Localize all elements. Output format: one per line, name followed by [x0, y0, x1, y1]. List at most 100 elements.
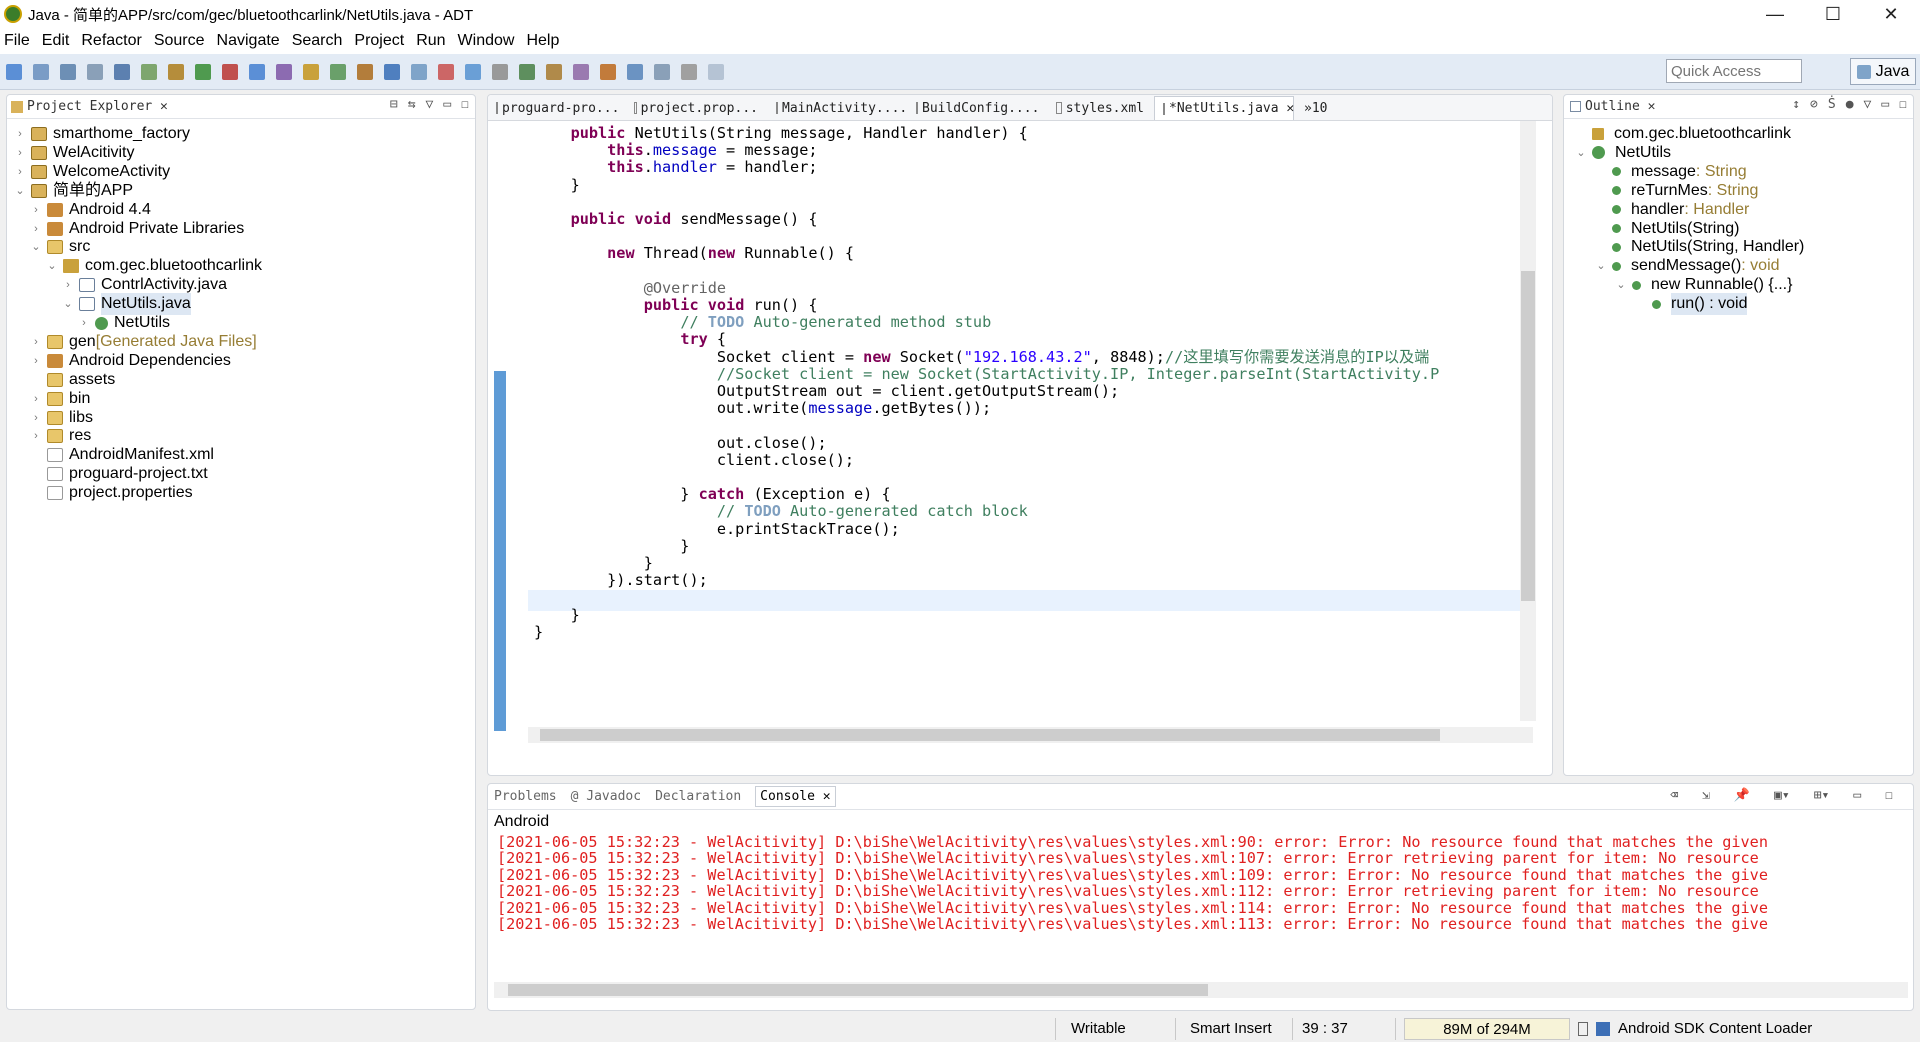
constructor-icon	[1612, 224, 1621, 233]
outline-item[interactable]: run() : void	[1634, 293, 1748, 316]
menu-refactor[interactable]: Refactor	[81, 32, 141, 50]
editor-tab[interactable]: MainActivity....	[768, 96, 907, 120]
hide-static-icon[interactable]: Ṡ	[1828, 97, 1836, 112]
toolbar-button-18-icon[interactable]	[465, 63, 481, 80]
editor-tab[interactable]: *NetUtils.java ✕	[1154, 96, 1294, 120]
toolbar-button-5-icon[interactable]	[114, 63, 130, 80]
minimize-view-icon[interactable]: ▭	[443, 97, 451, 112]
toolbar-button-14-icon[interactable]	[357, 63, 373, 80]
toolbar-button-7-icon[interactable]	[168, 63, 184, 80]
menu-window[interactable]: Window	[458, 32, 515, 50]
clear-console-icon[interactable]: ⌫	[1670, 788, 1678, 803]
toolbar-button-6-icon[interactable]	[141, 63, 157, 80]
toolbar-button-21-icon[interactable]	[546, 63, 562, 80]
editor-vscroll-thumb[interactable]	[1521, 271, 1535, 601]
progress-icon	[1596, 1022, 1610, 1036]
console-hscroll-thumb[interactable]	[508, 984, 1208, 996]
maximize-view-icon[interactable]: ☐	[461, 97, 469, 112]
expand-arrow-icon[interactable]: ⌄	[1614, 274, 1628, 296]
bottom-tab-console[interactable]: Console ✕	[755, 786, 836, 807]
toolbar-button-9-icon[interactable]	[222, 63, 238, 80]
editor-tab[interactable]: proguard-pro...	[488, 96, 624, 120]
editor-vertical-scrollbar[interactable]	[1520, 121, 1536, 721]
menu-run[interactable]: Run	[416, 32, 445, 50]
menu-help[interactable]: Help	[526, 32, 559, 50]
toolbar-button-20-icon[interactable]	[519, 63, 535, 80]
expand-arrow-icon[interactable]: ⌄	[45, 255, 59, 277]
outline-tab[interactable]: Outline ✕	[1585, 99, 1655, 114]
toolbar-button-13-icon[interactable]	[330, 63, 346, 80]
maximize-view-icon[interactable]: ☐	[1899, 97, 1907, 112]
close-button[interactable]: ✕	[1862, 4, 1920, 25]
bottom-tab-javadoc[interactable]: @ Javadoc	[571, 789, 641, 804]
console-horizontal-scrollbar[interactable]	[494, 982, 1908, 998]
sort-icon[interactable]: ↕	[1792, 97, 1800, 112]
collapse-all-icon[interactable]: ⊟	[390, 97, 398, 112]
editor-hscroll-thumb[interactable]	[540, 729, 1440, 741]
maximize-view-icon[interactable]: ☐	[1885, 788, 1893, 803]
toolbar-button-22-icon[interactable]	[573, 63, 589, 80]
minimize-view-icon[interactable]: ▭	[1881, 97, 1889, 112]
toolbar-button-25-icon[interactable]	[654, 63, 670, 80]
pin-console-icon[interactable]: 📌	[1734, 788, 1750, 803]
editor-tab[interactable]: styles.xml	[1048, 96, 1152, 120]
toolbar-button-3-icon[interactable]	[60, 63, 76, 80]
tree-item[interactable]: project.properties	[29, 482, 193, 504]
toolbar-button-8-icon[interactable]	[195, 63, 211, 80]
project-explorer-tab[interactable]: Project Explorer ✕	[27, 99, 168, 114]
view-menu-icon[interactable]: ▽	[426, 97, 434, 112]
hide-fields-icon[interactable]: ⊘	[1810, 97, 1818, 112]
menu-bar: File Edit Refactor Source Navigate Search Proj…	[0, 28, 1920, 54]
code-area[interactable]: public NetUtils(String message, Handler …	[488, 121, 1554, 746]
toolbar-button-23-icon[interactable]	[600, 63, 616, 80]
menu-navigate[interactable]: Navigate	[217, 32, 280, 50]
toolbar-button-26-icon[interactable]	[681, 63, 697, 80]
editor-horizontal-scrollbar[interactable]	[528, 727, 1533, 743]
editor-tab[interactable]: BuildConfig....	[908, 96, 1046, 120]
code-line: public void sendMessage() {	[534, 209, 818, 230]
menu-project[interactable]: Project	[354, 32, 404, 50]
toolbar-button-12-icon[interactable]	[303, 63, 319, 80]
code-editor: proguard-pro... project.prop... MainActivi…	[487, 94, 1553, 776]
toolbar-button-19-icon[interactable]	[492, 63, 508, 80]
toolbar-button-11-icon[interactable]	[276, 63, 292, 80]
scroll-lock-icon[interactable]: ⇲	[1702, 788, 1710, 803]
expand-arrow-icon[interactable]: ⌄	[29, 236, 43, 258]
toolbar-button-16-icon[interactable]	[411, 63, 427, 80]
expand-arrow-icon[interactable]: ⌄	[61, 293, 75, 315]
toolbar-button-2-icon[interactable]	[33, 63, 49, 80]
menu-edit[interactable]: Edit	[42, 32, 70, 50]
toolbar-button-10-icon[interactable]	[249, 63, 265, 80]
toolbar-button-1-icon[interactable]	[6, 63, 22, 80]
project-icon	[31, 145, 47, 160]
folder-icon	[47, 410, 63, 425]
expand-arrow-icon[interactable]: ⌄	[13, 180, 27, 202]
toolbar-button-27-icon[interactable]	[708, 63, 724, 80]
expand-arrow-icon[interactable]: ⌄	[1574, 142, 1588, 164]
minimize-view-icon[interactable]: ▭	[1853, 788, 1861, 803]
menu-file[interactable]: File	[4, 32, 30, 50]
open-console-icon[interactable]: ⊞▾	[1814, 788, 1830, 803]
expand-arrow-icon[interactable]: ⌄	[1594, 255, 1608, 277]
toolbar-button-17-icon[interactable]	[438, 63, 454, 80]
menu-source[interactable]: Source	[154, 32, 205, 50]
maximize-button[interactable]: ☐	[1804, 4, 1862, 25]
minimize-button[interactable]: —	[1746, 4, 1804, 25]
toolbar-button-4-icon[interactable]	[87, 63, 103, 80]
display-console-icon[interactable]: ▣▾	[1774, 788, 1790, 803]
toolbar-button-15-icon[interactable]	[384, 63, 400, 80]
bottom-tab-declaration[interactable]: Declaration	[655, 789, 741, 804]
heap-status[interactable]: 89M of 294M	[1404, 1018, 1570, 1040]
menu-search[interactable]: Search	[292, 32, 343, 50]
link-editor-icon[interactable]: ⇆	[408, 97, 416, 112]
hide-nonpublic-icon[interactable]: ●	[1846, 97, 1854, 112]
editor-tab[interactable]: project.prop...	[626, 96, 766, 120]
java-perspective-button[interactable]: Java	[1850, 58, 1916, 85]
trash-icon[interactable]	[1578, 1022, 1588, 1036]
bottom-tab-problems[interactable]: Problems	[494, 789, 557, 804]
toolbar-button-24-icon[interactable]	[627, 63, 643, 80]
view-menu-icon[interactable]: ▽	[1864, 97, 1872, 112]
quick-access-input[interactable]	[1666, 59, 1802, 83]
editor-tab[interactable]: »10	[1296, 96, 1336, 120]
code-line: }	[534, 622, 543, 643]
